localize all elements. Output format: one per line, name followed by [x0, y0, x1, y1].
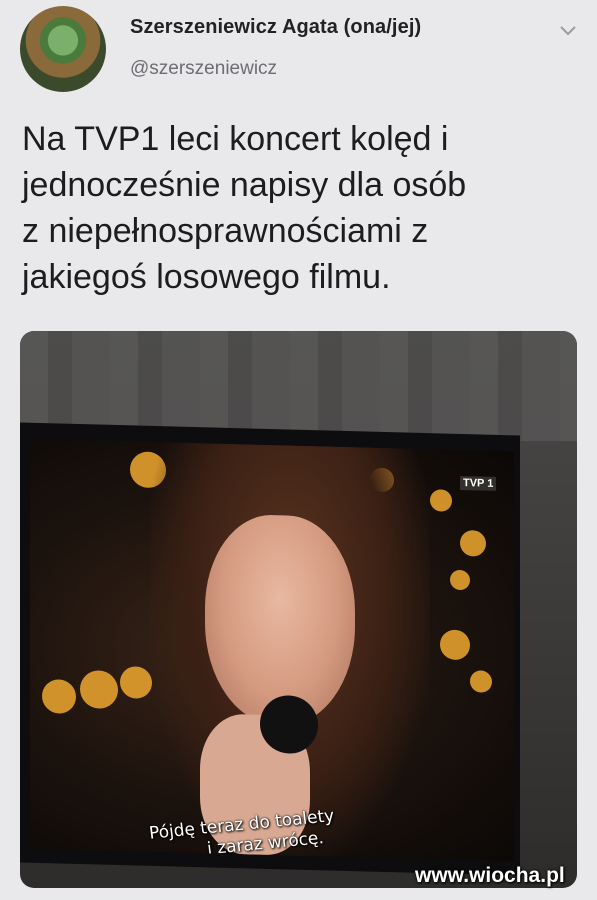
tv-screen: TVP 1 Pójdę teraz do toalety i zaraz wró…	[30, 438, 514, 862]
tweet-photo[interactable]: TVP 1 Pójdę teraz do toalety i zaraz wró…	[20, 331, 577, 888]
microphone	[260, 694, 318, 755]
tv-set: TVP 1 Pójdę teraz do toalety i zaraz wró…	[20, 422, 520, 876]
watermark: www.wiocha.pl	[415, 864, 565, 887]
chevron-down-icon[interactable]	[556, 18, 580, 42]
channel-logo: TVP 1	[460, 475, 497, 491]
bokeh-light	[460, 529, 486, 557]
author-handle[interactable]: @szerszeniewicz	[130, 58, 277, 80]
author-name[interactable]: Szerszeniewicz Agata (ona/jej)	[130, 16, 421, 39]
bokeh-light	[440, 629, 470, 661]
bokeh-light	[120, 666, 152, 699]
bokeh-light	[42, 679, 76, 714]
singer-face	[205, 513, 355, 728]
bokeh-light	[430, 489, 452, 512]
tweet-text: Na TVP1 leci koncert kolęd i jednocześni…	[22, 120, 467, 296]
bokeh-light	[450, 569, 470, 591]
bokeh-light	[470, 670, 492, 693]
avatar[interactable]	[20, 6, 106, 92]
bokeh-light	[80, 670, 118, 710]
